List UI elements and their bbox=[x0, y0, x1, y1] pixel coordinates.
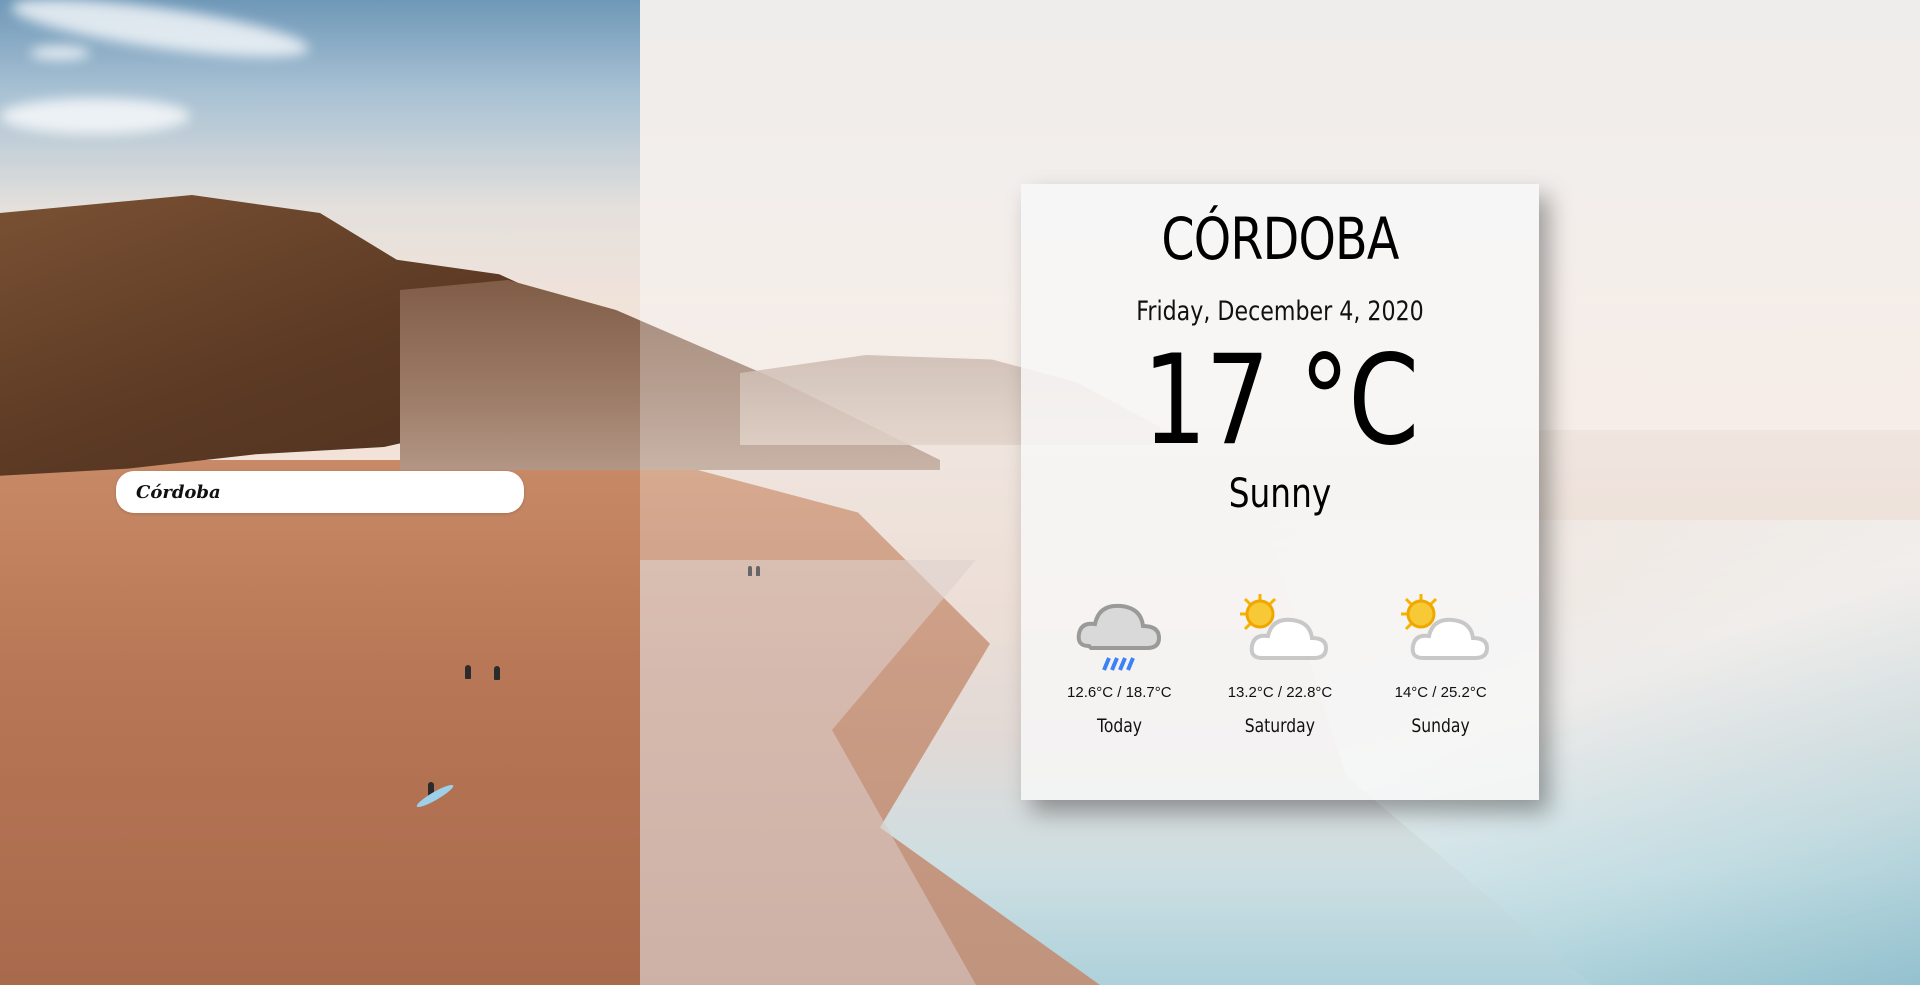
forecast-day: 12.6°C / 18.7°C Today bbox=[1044, 586, 1194, 737]
person bbox=[465, 665, 471, 679]
cloud bbox=[0, 98, 190, 134]
search-container bbox=[116, 471, 524, 513]
forecast-day-name: Saturday bbox=[1244, 715, 1316, 737]
forecast-day: 14°C / 25.2°C Sunday bbox=[1366, 586, 1516, 737]
weather-card: CÓRDOBA Friday, December 4, 2020 17 °C S… bbox=[1021, 184, 1539, 800]
partly-cloudy-icon bbox=[1239, 594, 1328, 660]
forecast-day: 13.2°C / 22.8°C Saturday bbox=[1205, 586, 1355, 737]
forecast-temp-range: 13.2°C / 22.8°C bbox=[1227, 684, 1333, 701]
cloud bbox=[30, 46, 90, 60]
city-name: CÓRDOBA bbox=[1161, 205, 1399, 273]
forecast-temp-range: 14°C / 25.2°C bbox=[1394, 684, 1487, 701]
forecast-day-name: Today bbox=[1096, 715, 1142, 737]
city-search-input[interactable] bbox=[116, 471, 524, 513]
page: CÓRDOBA Friday, December 4, 2020 17 °C S… bbox=[0, 0, 1920, 985]
weather-condition: Sunny bbox=[1228, 471, 1332, 517]
current-date: Friday, December 4, 2020 bbox=[1136, 296, 1424, 327]
rain-cloud-icon bbox=[1077, 603, 1162, 671]
forecast-day-name: Sunday bbox=[1411, 715, 1470, 737]
forecast-list: 12.6°C / 18.7°C Today 13.2°C / 22.8°C Sa… bbox=[1021, 586, 1539, 737]
forecast-temp-range: 12.6°C / 18.7°C bbox=[1067, 684, 1172, 701]
partly-cloudy-icon bbox=[1400, 594, 1489, 660]
current-temperature: 17 °C bbox=[1142, 329, 1419, 473]
person bbox=[494, 666, 500, 680]
